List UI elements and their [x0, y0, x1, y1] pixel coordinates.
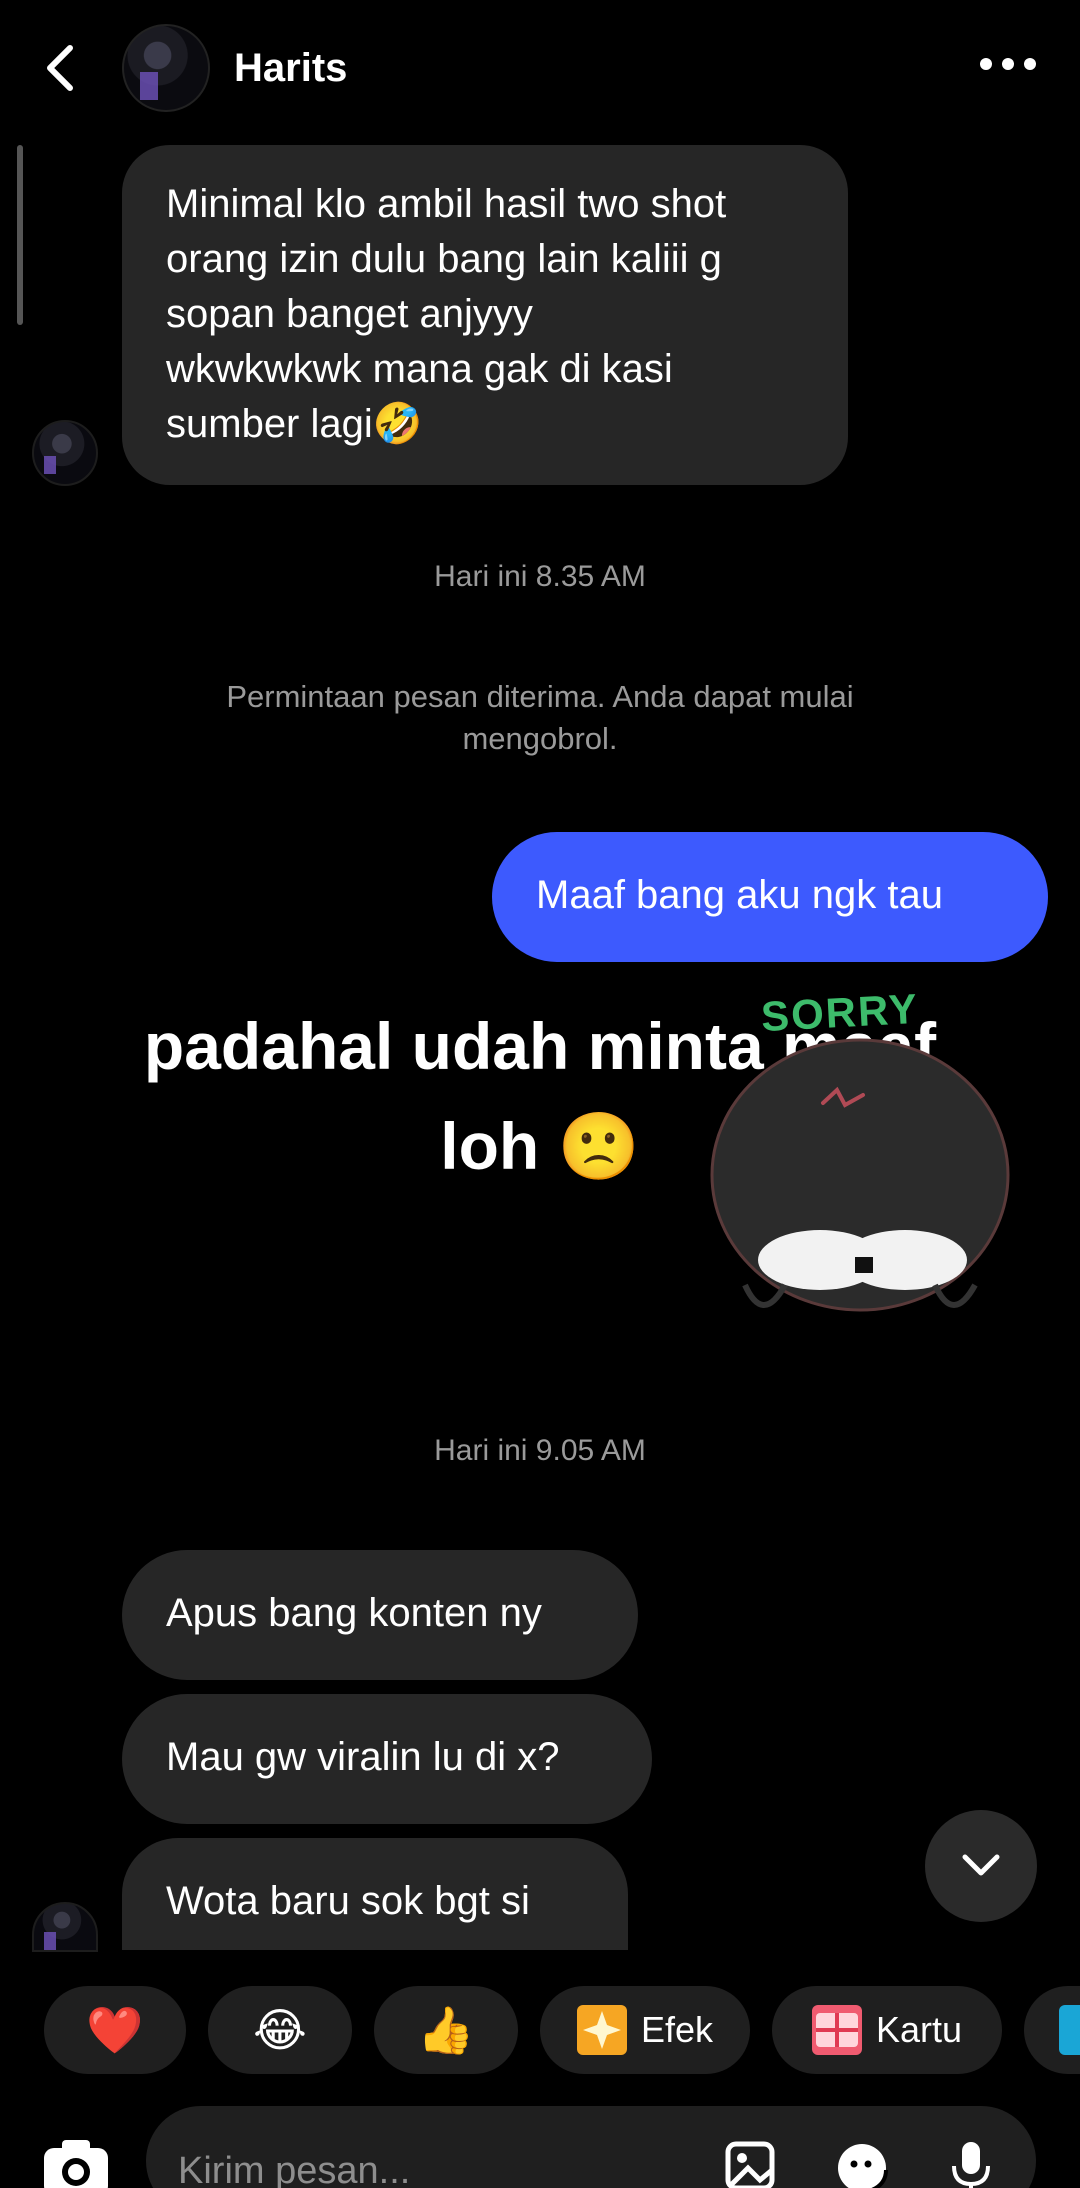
message-bubble-received[interactable]: Apus bang konten ny	[122, 1550, 638, 1680]
sticker-image-icon	[710, 1038, 1010, 1312]
message-input[interactable]	[146, 2106, 1036, 2188]
voice-button[interactable]	[946, 2140, 996, 2188]
sorry-sticker[interactable]: SORRY	[705, 985, 1015, 1345]
effects-label: Efek	[640, 2009, 714, 2050]
gift-card-icon	[811, 2005, 862, 2055]
cards-label: Kartu	[875, 2009, 963, 2050]
microphone-icon	[952, 2142, 990, 2188]
quick-reaction-bar: ❤️ 😂 👍 Efek Kartu	[0, 1986, 1080, 2074]
image-icon	[725, 2141, 775, 2188]
message-line: sopan banget anjyyy	[166, 292, 533, 336]
chevron-left-icon	[47, 45, 73, 91]
chat-header: Harits	[0, 0, 1080, 140]
scrollbar[interactable]	[17, 145, 23, 325]
reaction-heart-button[interactable]: ❤️	[44, 1986, 186, 2074]
sticker-label: SORRY	[759, 984, 920, 1041]
laughing-face-icon: 😂	[253, 2003, 307, 2057]
sticker-face-icon	[838, 2144, 888, 2188]
sticker-button[interactable]	[834, 2140, 894, 2188]
message-bubble-received[interactable]: Mau gw viralin lu di x?	[122, 1694, 652, 1824]
cards-button[interactable]: Kartu	[772, 1986, 1002, 2074]
message-line: orang izin dulu bang lain kaliii g	[166, 237, 722, 281]
thumbs-up-icon: 👍	[417, 2003, 475, 2057]
message-bubble-sent[interactable]: Maaf bang aku ngk tau	[492, 832, 1048, 962]
timestamp: Hari ini 9.05 AM	[434, 1434, 646, 1467]
more-dots-icon	[980, 58, 992, 70]
sparkle-effect-icon	[576, 2005, 627, 2055]
sender-avatar[interactable]	[32, 1902, 98, 1952]
next-chip-icon	[1059, 2005, 1080, 2055]
contact-name[interactable]: Harits	[234, 46, 347, 91]
reaction-laugh-button[interactable]: 😂	[208, 1986, 352, 2074]
reaction-thumbs-up-button[interactable]: 👍	[374, 1986, 518, 2074]
message-bubble-received[interactable]: Minimal klo ambil hasil two shot orang i…	[122, 145, 848, 485]
more-options-button[interactable]	[980, 58, 1036, 70]
camera-button[interactable]	[40, 2136, 112, 2188]
gallery-button[interactable]	[724, 2140, 784, 2188]
message-bubble-received[interactable]: Wota baru sok bgt si	[122, 1838, 628, 1950]
camera-icon	[44, 2140, 108, 2188]
message-composer	[0, 2106, 1080, 2188]
message-line: wkwkwkwk mana gak di kasi	[166, 347, 673, 391]
chevron-down-icon	[962, 1854, 1000, 1876]
back-button[interactable]	[40, 40, 84, 96]
more-chip-button[interactable]	[1024, 1986, 1080, 2074]
heart-icon: ❤️	[86, 2003, 144, 2057]
effects-button[interactable]: Efek	[540, 1986, 750, 2074]
timestamp: Hari ini 8.35 AM	[434, 560, 646, 593]
sender-avatar[interactable]	[32, 420, 98, 486]
message-line: Minimal klo ambil hasil two shot	[166, 182, 727, 226]
scroll-to-bottom-button[interactable]	[925, 1810, 1037, 1922]
contact-avatar[interactable]	[122, 24, 210, 112]
message-line: sumber lagi🤣	[166, 402, 423, 446]
system-message: Permintaan pesan diterima. Anda dapat mu…	[226, 679, 854, 756]
